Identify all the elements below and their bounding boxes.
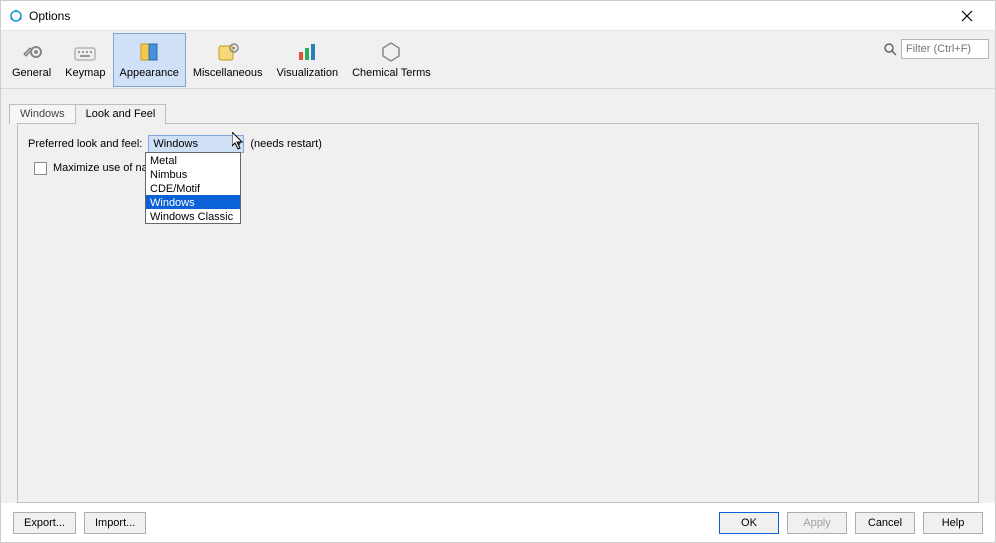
- tab-windows[interactable]: Windows: [9, 104, 76, 124]
- lookfeel-option-windows-classic[interactable]: Windows Classic: [146, 209, 240, 223]
- chevron-down-icon: ▾: [237, 138, 242, 149]
- search-icon: [883, 42, 897, 56]
- appearance-icon: [133, 38, 165, 66]
- cancel-button[interactable]: Cancel: [855, 512, 915, 534]
- maximize-checkbox[interactable]: [34, 162, 47, 175]
- ok-button[interactable]: OK: [719, 512, 779, 534]
- lookfeel-dropdown-list: Metal Nimbus CDE/Motif Windows Windows C…: [145, 152, 241, 224]
- export-button[interactable]: Export...: [13, 512, 76, 534]
- close-button[interactable]: [947, 1, 987, 31]
- lookfeel-option-nimbus[interactable]: Nimbus: [146, 167, 240, 181]
- help-button[interactable]: Help: [923, 512, 983, 534]
- category-label: General: [12, 68, 51, 79]
- category-general[interactable]: General: [5, 33, 58, 87]
- category-label: Keymap: [65, 68, 105, 79]
- import-button[interactable]: Import...: [84, 512, 146, 534]
- tab-look-and-feel[interactable]: Look and Feel: [75, 104, 167, 124]
- category-keymap[interactable]: Keymap: [58, 33, 112, 87]
- close-icon: [961, 10, 973, 22]
- keymap-icon: [69, 38, 101, 66]
- title-bar: Options: [1, 1, 995, 31]
- filter-input[interactable]: [901, 39, 989, 59]
- bottom-button-bar: Export... Import... OK Apply Cancel Help: [1, 512, 995, 534]
- chemical-terms-icon: [375, 38, 407, 66]
- lookfeel-label: Preferred look and feel:: [28, 138, 142, 150]
- category-visualization[interactable]: Visualization: [270, 33, 346, 87]
- category-label: Appearance: [120, 68, 179, 79]
- maximize-label: Maximize use of nat: [53, 162, 151, 174]
- lookfeel-value: Windows: [153, 138, 198, 150]
- filter-region: [883, 39, 989, 59]
- content-panel: Preferred look and feel: Windows ▾ (need…: [17, 123, 979, 503]
- category-toolbar: General Keymap Appearance: [1, 31, 995, 89]
- category-label: Miscellaneous: [193, 68, 263, 79]
- visualization-icon: [291, 38, 323, 66]
- general-icon: [16, 38, 48, 66]
- lookfeel-option-windows[interactable]: Windows: [146, 195, 240, 209]
- category-label: Chemical Terms: [352, 68, 431, 79]
- apply-button[interactable]: Apply: [787, 512, 847, 534]
- tabs-region: Windows Look and Feel Preferred look and…: [1, 89, 995, 503]
- category-appearance[interactable]: Appearance: [113, 33, 186, 87]
- category-chemical-terms[interactable]: Chemical Terms: [345, 33, 438, 87]
- window-title: Options: [29, 9, 70, 23]
- miscellaneous-icon: [212, 38, 244, 66]
- lookfeel-combobox[interactable]: Windows ▾: [148, 135, 244, 153]
- category-label: Visualization: [277, 68, 339, 79]
- category-miscellaneous[interactable]: Miscellaneous: [186, 33, 270, 87]
- app-icon: [9, 9, 23, 23]
- lookfeel-option-metal[interactable]: Metal: [146, 153, 240, 167]
- lookfeel-hint: (needs restart): [250, 138, 322, 150]
- lookfeel-option-cdemotif[interactable]: CDE/Motif: [146, 181, 240, 195]
